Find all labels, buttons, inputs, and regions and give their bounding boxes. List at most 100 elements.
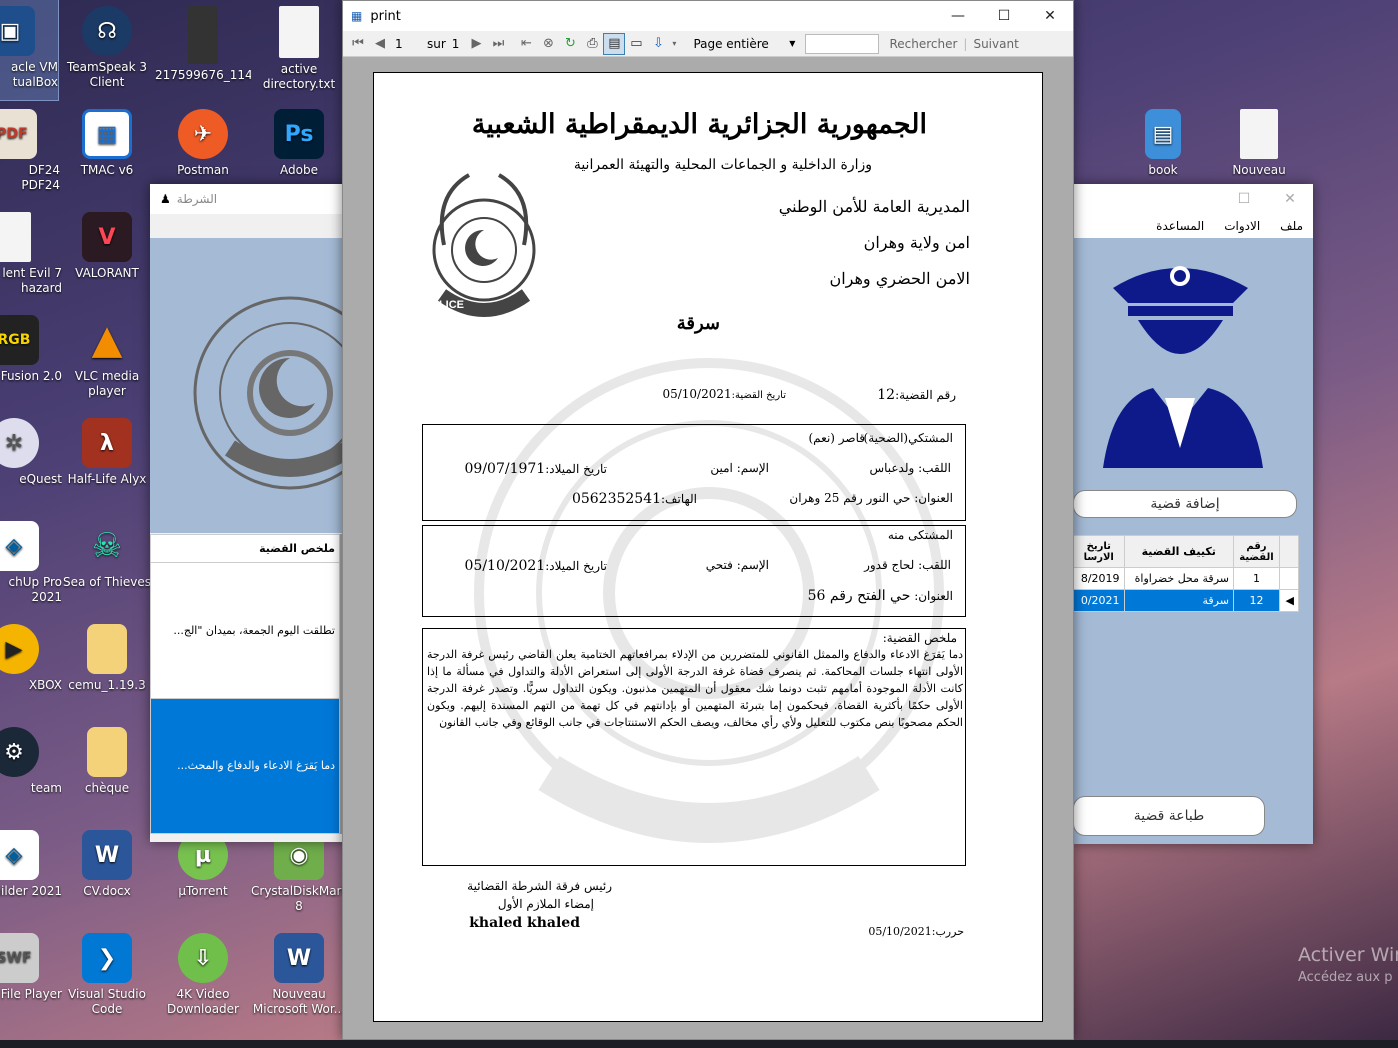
report-toolbar: ⏮ ◀ 1 sur 1 ▶ ⏭ ⇤ ⊗ ↻ ⎙ ▤ ▭ ⇩ ▾ Page ent… (343, 31, 1073, 57)
grid-header-case-type[interactable]: تكييف القضية (1123, 535, 1234, 568)
grid-row-indicator[interactable] (1278, 567, 1300, 590)
police-left-titlebar[interactable]: ♟ الشرطة (150, 184, 350, 214)
print-window-title: print (370, 8, 401, 24)
grid-header-case-num[interactable]: رقم القضية (1232, 535, 1280, 568)
cases-grid[interactable]: رقم القضية تكييف القضية تاريخ الارسا 1 س… (1073, 535, 1300, 612)
page-setup-icon[interactable]: ▭ (625, 33, 647, 55)
grid-cell-summary[interactable]: تطلقت اليوم الجمعة، بميدان "الج... (150, 562, 340, 699)
grid-cell-case-type[interactable]: سرقة محل خضراواة (1123, 567, 1234, 590)
desktop-icon-resident-evil[interactable]: lent Evil 7 hazard (0, 206, 62, 306)
grid-cell-send-date[interactable]: 0/2021 (1073, 589, 1125, 612)
signature-rank: إمضاء الملازم الأول (497, 897, 594, 911)
printer-icon[interactable]: ⎙ (581, 33, 603, 55)
grid-header-send-date[interactable]: تاريخ الارسا (1073, 535, 1125, 568)
complainant-minor: قاصر (نعم) (808, 431, 866, 445)
desktop-icon-sketchup[interactable]: ◈ chUp Pro 2021 (0, 515, 62, 615)
desktop-icon-cv[interactable]: W CV.docx (59, 824, 155, 924)
menu-help[interactable]: المساعدة (1156, 219, 1204, 233)
desktop-icon-xbox[interactable]: ▶ XBOX (0, 618, 62, 718)
photoshop-icon: Ps (274, 109, 324, 159)
desktop-icon-sea-of-thieves[interactable]: ☠ Sea of Thieves (59, 515, 155, 615)
download-icon: ⇩ (178, 933, 228, 983)
directorate-title: المديرية العامة للأمن الوطني (778, 197, 970, 216)
first-page-icon[interactable]: ⏮ (347, 33, 369, 55)
desktop-icon-nouveau-word[interactable]: W Nouveau Microsoft Wor... (251, 927, 347, 1027)
vscode-icon: ❯ (82, 933, 132, 983)
last-page-icon[interactable]: ⏭ (487, 33, 509, 55)
urban-title: الامن الحضري وهران (829, 269, 970, 288)
desktop-icon-virtualbox[interactable]: ▣ acle VM tualBox (0, 0, 59, 101)
text-file-icon (279, 6, 319, 58)
police-left-grid[interactable]: ملخص القضية تطلقت اليوم الجمعة، بميدان "… (150, 534, 350, 834)
grid-cell-case-num[interactable]: 12 (1232, 589, 1280, 612)
print-window[interactable]: ▦ print — ☐ ✕ ⏮ ◀ 1 sur 1 ▶ ⏭ ⇤ ⊗ ↻ ⎙ ▤ … (342, 0, 1074, 1040)
desktop-icon-vlc[interactable]: ▲ VLC media player (59, 309, 155, 409)
print-layout-icon[interactable]: ▤ (603, 32, 626, 55)
grid-cell-send-date[interactable]: 8/2019 (1073, 567, 1125, 590)
folder-icon (87, 727, 127, 777)
add-case-button[interactable]: إضافة قضية (1073, 490, 1297, 518)
grid-cell-case-num[interactable]: 1 (1232, 567, 1280, 590)
image-thumbnail-icon (188, 6, 218, 64)
search-button[interactable]: Rechercher (889, 37, 957, 51)
desktop-icon-cemu[interactable]: cemu_1.19.3 (59, 618, 155, 718)
vlc-cone-icon: ▲ (91, 316, 123, 363)
desktop-icon-swf-player[interactable]: SWF File Player (0, 927, 62, 1027)
minimize-icon[interactable]: — (935, 1, 981, 31)
summary-text: دما يَقرَغ الادعاء والدفاع والممثل القان… (427, 648, 963, 729)
restore-icon[interactable]: ☐ (1221, 184, 1267, 214)
headset-icon: ☊ (82, 6, 132, 56)
close-icon[interactable]: ✕ (1267, 184, 1313, 214)
police-window-right[interactable]: ☐ ✕ ملف الادوات المساعدة إضافة قضية رقم … (1073, 184, 1313, 844)
swf-icon: SWF (0, 933, 39, 983)
desktop-icon-vscode[interactable]: ❯ Visual Studio Code (59, 927, 155, 1027)
toolbar-separator: | (963, 36, 968, 51)
wilaya-title: امن ولاية وهران (863, 233, 970, 252)
grid-cell-summary-selected[interactable]: دما يَقرَغ الادعاء والدفاع والمحث... (150, 697, 340, 834)
chevron-down-icon[interactable]: ▾ (669, 33, 679, 55)
desktop-icon-equest[interactable]: ✲ eQuest (0, 412, 62, 512)
row-pointer-icon[interactable]: ◀ (1278, 589, 1300, 612)
chevron-down-icon: ▼ (789, 39, 796, 48)
desktop-icon-cheque[interactable]: chèque (59, 721, 155, 821)
stop-icon[interactable]: ⊗ (537, 33, 559, 55)
menu-file[interactable]: ملف (1280, 219, 1303, 233)
search-input[interactable] (805, 33, 880, 54)
grid-header-summary[interactable]: ملخص القضية (150, 534, 340, 563)
desktop-icon-valorant[interactable]: V VALORANT (59, 206, 155, 306)
print-titlebar[interactable]: ▦ print — ☐ ✕ (343, 1, 1073, 31)
desktop-icon-4k-video[interactable]: ⇩ 4K Video Downloader (155, 927, 251, 1027)
print-case-button[interactable]: طباعة قضية (1073, 796, 1265, 836)
desktop-icon-tmac[interactable]: ▦ TMAC v6 (59, 103, 155, 203)
desktop-icon-fusion[interactable]: RGB Fusion 2.0 (0, 309, 62, 409)
previous-page-icon[interactable]: ◀ (369, 33, 391, 55)
accused-address: العنوان: حي الفتح رقم 56 (807, 588, 953, 604)
ministry-title: وزارة الداخلية و الجماعات المحلية والتهي… (573, 157, 872, 173)
next-button[interactable]: Suivant (973, 37, 1018, 51)
desktop-icon-text-file[interactable]: active directory.txt (251, 0, 347, 100)
police-window-left[interactable]: ♟ الشرطة ملخص القضية تطلقت اليوم الجمعة،… (150, 184, 387, 842)
menu-tools[interactable]: الادوات (1224, 219, 1260, 233)
desktop-icon-teamspeak[interactable]: ☊ TeamSpeak 3 Client (59, 0, 155, 100)
complainant-firstname: الإسم: امين (710, 461, 769, 475)
desktop-icon-image-file[interactable]: 217599676_114... (155, 0, 251, 100)
back-icon[interactable]: ⇤ (515, 33, 537, 55)
taskbar[interactable] (0, 1040, 1398, 1048)
zoom-select[interactable]: Page entière ▼ (689, 34, 799, 54)
refresh-icon[interactable]: ↻ (559, 33, 581, 55)
desktop-icon-builder[interactable]: ◈ uilder 2021 (0, 824, 62, 924)
word-icon: W (82, 830, 132, 880)
police-right-titlebar[interactable]: ☐ ✕ (1073, 184, 1313, 214)
desktop-icon-pdf24[interactable]: PDF DF24 PDF24 (0, 103, 60, 203)
maximize-icon[interactable]: ☐ (981, 1, 1027, 31)
export-icon[interactable]: ⇩ (647, 33, 669, 55)
desktop-icon-steam[interactable]: ⚙ team (0, 721, 62, 821)
grid-cell-case-type[interactable]: سرقة (1123, 589, 1234, 612)
close-icon[interactable]: ✕ (1027, 1, 1073, 31)
next-page-icon[interactable]: ▶ (465, 33, 487, 55)
page-number-input[interactable]: 1 (391, 37, 427, 51)
skull-icon: ☠ (91, 525, 123, 566)
police-right-menubar: ملف الادوات المساعدة (1073, 214, 1313, 238)
police-left-title: الشرطة (176, 192, 218, 206)
desktop-icon-half-life[interactable]: λ Half-Life Alyx (59, 412, 155, 512)
